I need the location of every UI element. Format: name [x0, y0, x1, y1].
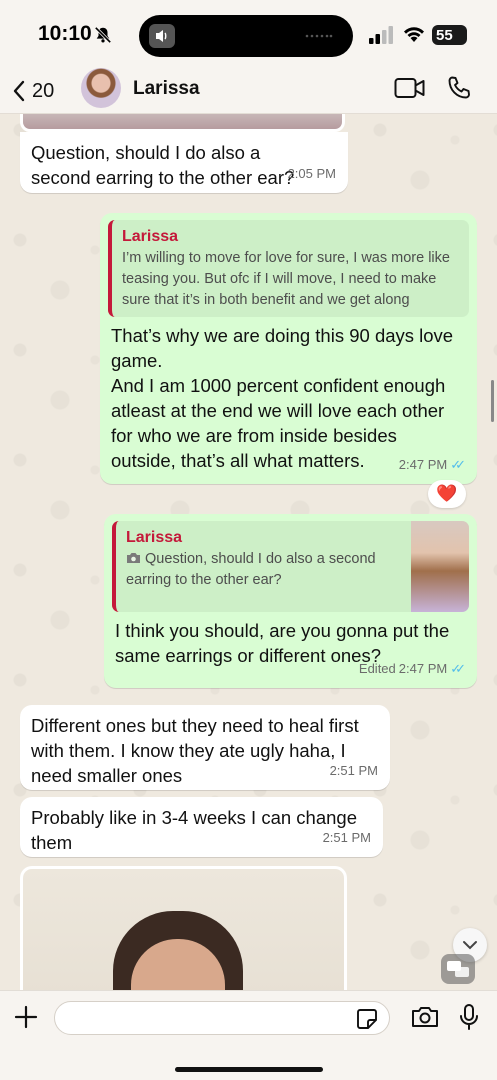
message-time: 2:51 PM [322, 830, 371, 845]
message-incoming[interactable]: Question, should I do also a second earr… [20, 132, 348, 193]
message-text: Probably like in 3-4 weeks I can change … [31, 807, 357, 853]
chat-bubbles-icon [447, 961, 469, 977]
read-ticks-icon: ✓✓ [450, 457, 466, 472]
message-meta: 2:47 PM ✓✓ [398, 452, 466, 477]
edited-label: Edited [358, 661, 396, 676]
message-outgoing[interactable]: Larissa I’m willing to move for love for… [100, 213, 477, 484]
read-ticks-icon: ✓✓ [450, 661, 466, 676]
avatar[interactable] [81, 68, 121, 108]
chevron-left-icon [13, 80, 25, 102]
message-outgoing[interactable]: Larissa Question, should I do also a sec… [104, 514, 477, 688]
speaker-icon [149, 24, 175, 48]
unread-count: 20 [32, 79, 55, 102]
island-dots-icon [305, 34, 333, 38]
sticker-icon[interactable] [356, 1008, 378, 1030]
battery-icon: 55 [432, 25, 467, 45]
message-time: 2:05 PM [287, 166, 336, 181]
battery-level: 55 [436, 26, 453, 44]
quote-text: Question, should I do also a second earr… [126, 551, 376, 588]
composer-bar [0, 990, 497, 1080]
quote-text: I’m willing to move for love for sure, I… [122, 250, 450, 308]
chat-header: 20 Larissa [0, 68, 497, 114]
image-message[interactable] [20, 866, 347, 996]
microphone-icon[interactable] [459, 1003, 479, 1031]
signal-icon [369, 26, 393, 44]
scroll-indicator[interactable] [491, 380, 494, 422]
status-time: 10:10 [38, 22, 92, 45]
quote-thumbnail [411, 521, 469, 612]
message-time: 2:47 PM [398, 661, 448, 676]
quote-author: Larissa [126, 529, 183, 546]
dynamic-island [139, 15, 353, 57]
message-meta: 2:51 PM [323, 825, 371, 850]
quote-author: Larissa [122, 228, 179, 245]
message-time: 2:47 PM [398, 457, 448, 472]
camera-icon [127, 553, 140, 563]
message-meta: 2:05 PM [288, 161, 336, 186]
message-incoming[interactable]: Different ones but they need to heal fir… [20, 705, 390, 790]
reaction-heart[interactable]: ❤️ [428, 480, 466, 508]
camera-icon[interactable] [411, 1005, 439, 1029]
video-camera-icon[interactable] [394, 77, 426, 99]
photo [23, 869, 344, 996]
chat-bubbles-button[interactable] [441, 954, 475, 984]
chevron-down-icon [463, 941, 477, 950]
bell-slash-icon [94, 26, 112, 44]
quoted-message[interactable]: Larissa I’m willing to move for love for… [108, 220, 469, 317]
message-time: 2:51 PM [329, 763, 378, 778]
quoted-message[interactable]: Larissa Question, should I do also a sec… [112, 521, 469, 612]
message-meta: Edited 2:47 PM ✓✓ [358, 656, 466, 681]
message-incoming[interactable]: Probably like in 3-4 weeks I can change … [20, 797, 383, 857]
wifi-icon [404, 27, 424, 42]
image-message-partial[interactable] [20, 114, 345, 132]
status-bar: 10:10 55 [0, 0, 497, 68]
heart-icon: ❤️ [436, 484, 458, 503]
message-text: That’s why we are doing this 90 days lov… [111, 325, 454, 471]
contact-name[interactable]: Larissa [133, 78, 200, 100]
message-input[interactable] [54, 1001, 390, 1035]
plus-icon[interactable] [14, 1005, 38, 1029]
home-indicator [175, 1067, 323, 1072]
message-text: Different ones but they need to heal fir… [31, 715, 359, 786]
phone-icon[interactable] [446, 75, 472, 101]
message-meta: 2:51 PM [330, 758, 378, 783]
back-button[interactable]: 20 [12, 76, 54, 106]
